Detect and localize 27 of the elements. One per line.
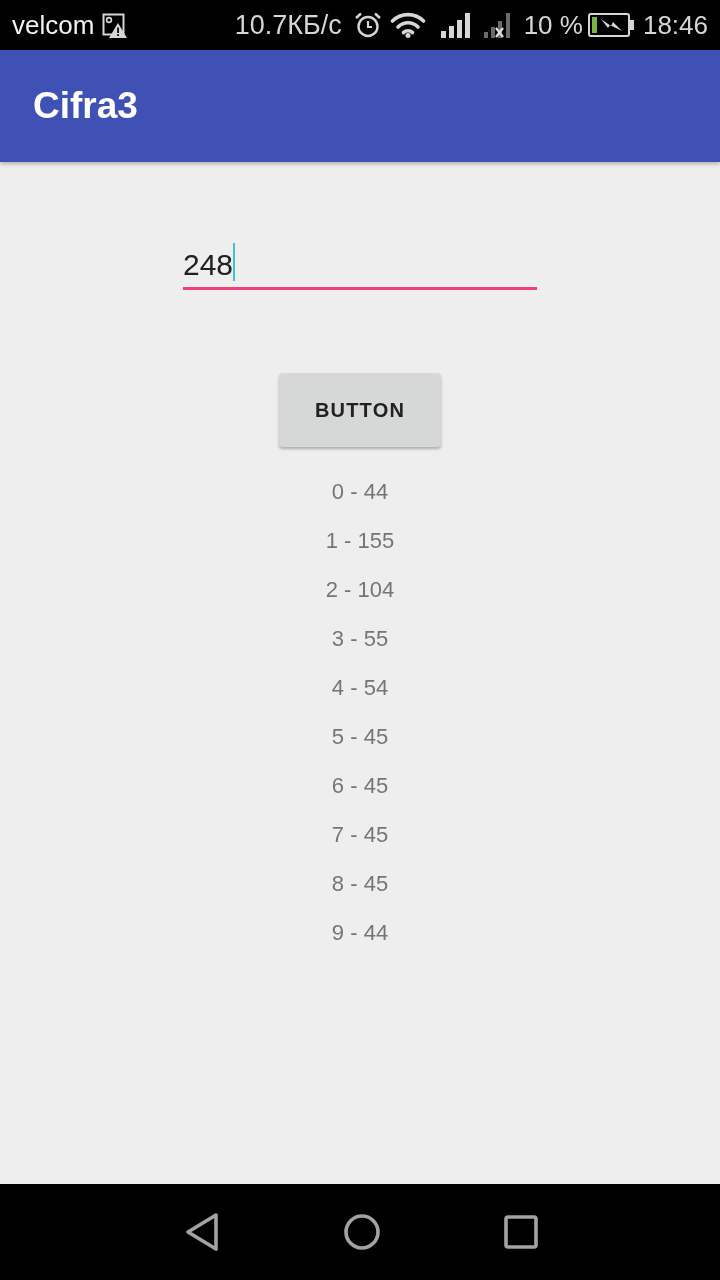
result-text: 7 - 45 xyxy=(331,821,389,849)
wifi-icon xyxy=(389,12,426,38)
result-text: 9 - 44 xyxy=(331,919,389,947)
home-icon[interactable] xyxy=(344,1214,380,1250)
picture-warning-icon xyxy=(102,12,128,38)
alarm-clock-icon xyxy=(354,12,381,38)
carrier-name: velcom xyxy=(12,9,95,41)
result-text: 6 - 45 xyxy=(331,772,389,800)
text-cursor xyxy=(233,243,236,281)
result-text: 0 - 44 xyxy=(331,478,389,506)
action-button[interactable]: BUTTON xyxy=(279,373,441,447)
back-icon[interactable] xyxy=(184,1212,220,1252)
result-text: 1 - 155 xyxy=(325,527,395,555)
signal-x-icon xyxy=(483,12,511,38)
number-field[interactable]: 248 xyxy=(183,243,537,290)
result-text: 8 - 45 xyxy=(331,870,389,898)
app-title: Cifra3 xyxy=(33,85,138,127)
clock-time: 18:46 xyxy=(642,9,708,41)
result-text: 3 - 55 xyxy=(331,625,389,653)
recents-icon[interactable] xyxy=(504,1215,538,1249)
battery-percent: 10 % xyxy=(523,9,583,41)
result-text: 5 - 45 xyxy=(331,723,389,751)
signal-icon xyxy=(440,12,471,38)
battery-icon xyxy=(587,13,634,37)
network-speed: 10.7КБ/с xyxy=(234,9,342,41)
result-text: 4 - 54 xyxy=(331,674,389,702)
result-text: 2 - 104 xyxy=(325,576,395,604)
